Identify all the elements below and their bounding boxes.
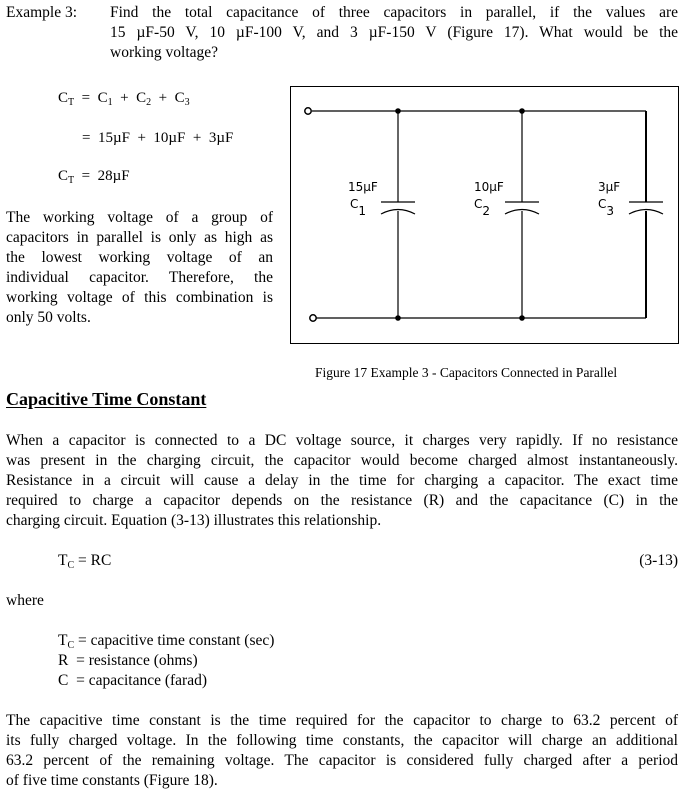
time-constant-equation: TC = RC [58, 552, 112, 571]
capacitor-name-label: C1 [350, 197, 366, 218]
input-terminal-bottom [309, 314, 317, 322]
capacitor-branch-1 [380, 111, 416, 318]
paragraph-line: charging circuit. Equation (3-13) illust… [6, 512, 382, 529]
definition-row: C = capacitance (farad) [58, 672, 208, 689]
intro-paragraph: When a capacitor is connected to a DC vo… [6, 431, 678, 531]
capacitor-name-label: C3 [598, 197, 614, 218]
equation-number: (3-13) [639, 552, 678, 569]
junction-dot [395, 315, 401, 321]
paragraph-line: When a capacitor is connected to a DC vo… [6, 432, 678, 449]
capacitor-value-label: 10µF [474, 180, 504, 194]
paragraph-line: was present in the charging circuit, the… [6, 452, 678, 469]
input-terminal-top [304, 107, 312, 115]
capacitor-value-label: 3µF [598, 180, 620, 194]
paragraph-line: The capacitive time constant is the time… [6, 712, 678, 729]
capacitor-value-label: 15µF [348, 180, 378, 194]
paragraph-line: Resistance in a circuit will cause a del… [6, 472, 678, 489]
paragraph-line: of five time constants (Figure 18). [6, 772, 218, 789]
capacitor-branch-2 [504, 111, 540, 318]
parallel-capacitor-circuit: 15µF C1 10µF C2 3µF C3 [290, 86, 679, 344]
closing-paragraph: The capacitive time constant is the time… [6, 711, 678, 791]
where-label: where [6, 592, 44, 609]
definition-row: TC = capacitive time constant (sec) [58, 632, 275, 651]
paragraph-line: required to charge a capacitor depends o… [6, 492, 678, 509]
paragraph-line: its fully charged voltage. In the follow… [6, 732, 678, 749]
capacitor-name-label: C2 [474, 197, 490, 218]
junction-dot [519, 108, 525, 114]
junction-dot [395, 108, 401, 114]
definition-row: R = resistance (ohms) [58, 652, 198, 669]
capacitor-branch-3 [628, 190, 664, 222]
junction-dot [519, 315, 525, 321]
section-heading: Capacitive Time Constant [6, 389, 207, 409]
paragraph-line: 63.2 percent of the remaining voltage. T… [6, 752, 678, 769]
variable-definitions: TC = capacitive time constant (sec) R = … [58, 631, 274, 691]
figure-caption: Figure 17 Example 3 - Capacitors Connect… [315, 365, 618, 380]
